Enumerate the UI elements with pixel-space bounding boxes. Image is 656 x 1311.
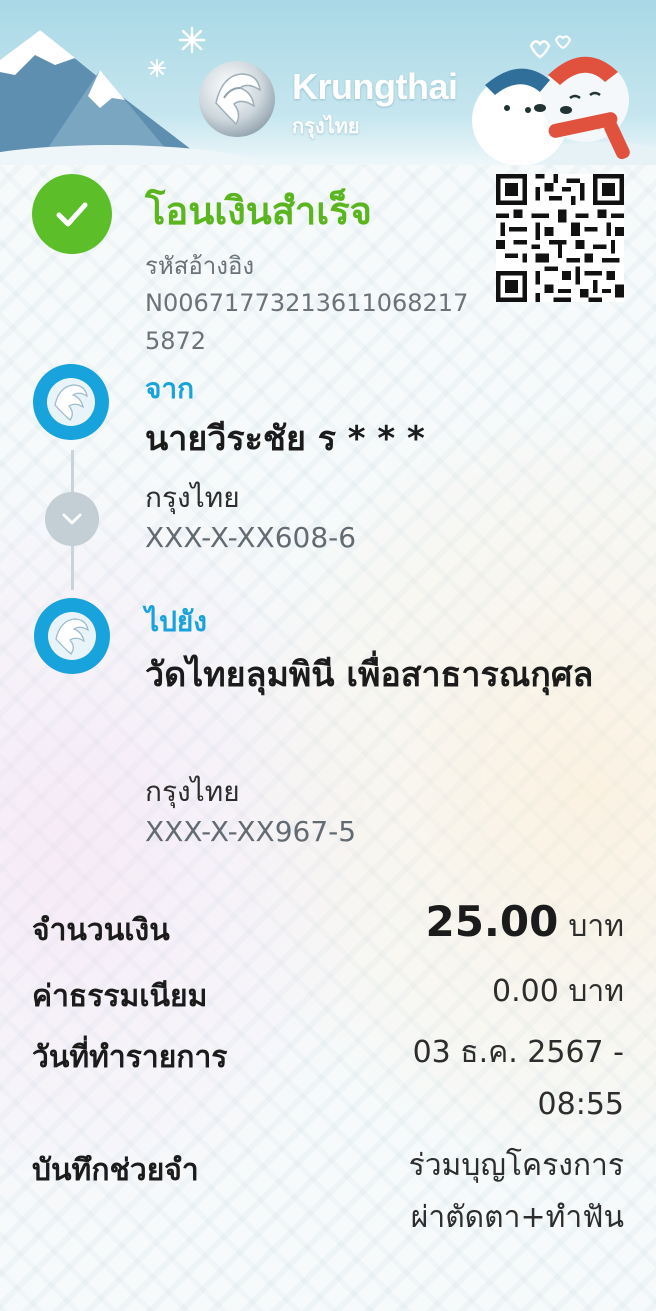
reference-number: N006717732136110682175872 (145, 289, 469, 355)
fee-label: ค่าธรรมเนียม (32, 979, 208, 1014)
success-badge (32, 174, 112, 254)
amount-label: จำนวนเงิน (32, 913, 170, 948)
amount-value-group: 25.00 บาท (425, 896, 624, 953)
amount-value: 25.00 (425, 897, 559, 946)
sender-bank: กรุงไทย (145, 481, 240, 514)
amount-unit: บาท (568, 909, 624, 944)
brand-name: Krungthai (292, 66, 458, 107)
transfer-direction-indicator (45, 492, 99, 546)
fee-value: 0.00 บาท (492, 974, 624, 1009)
krungthai-logo-icon (48, 612, 96, 660)
header-banner: Krungthai กรุงไทย (0, 0, 656, 165)
transfer-success-title: โอนเงินสำเร็จ (145, 189, 372, 233)
reference-label: รหัสอ้างอิง (145, 252, 255, 280)
brand-logo: Krungthai กรุงไทย (196, 58, 476, 148)
polar-bears-illustration (472, 35, 656, 165)
chevron-down-icon (62, 513, 82, 525)
to-label: ไปยัง (145, 605, 207, 638)
qr-code-icon[interactable] (496, 174, 624, 302)
recipient-name: วัดไทยลุมพินี เพื่อสาธารณกุศล (145, 655, 594, 695)
brand-name-thai: กรุงไทย (292, 114, 360, 138)
sender-account: XXX-X-XX608-6 (145, 521, 357, 554)
recipient-bank-avatar (34, 598, 110, 674)
memo-value: ร่วมบุญโครงการผ่าตัดตา+ทำฟัน (408, 1148, 624, 1235)
recipient-bank: กรุงไทย (145, 775, 240, 808)
transaction-date-value: 03 ธ.ค. 2567 - 08:55 (412, 1035, 624, 1122)
krungthai-emblem-icon (199, 61, 275, 137)
check-icon (56, 202, 88, 227)
transaction-date-label: วันที่ทำรายการ (32, 1040, 228, 1075)
recipient-account: XXX-X-XX967-5 (145, 815, 357, 848)
krungthai-logo-icon (47, 378, 95, 426)
sender-bank-avatar (33, 364, 109, 440)
snowflake-icon (178, 26, 206, 54)
sender-name: นายวีระชัย ร * * * (145, 419, 425, 459)
memo-label: บันทึกช่วยจำ (32, 1153, 199, 1188)
from-label: จาก (145, 372, 195, 405)
